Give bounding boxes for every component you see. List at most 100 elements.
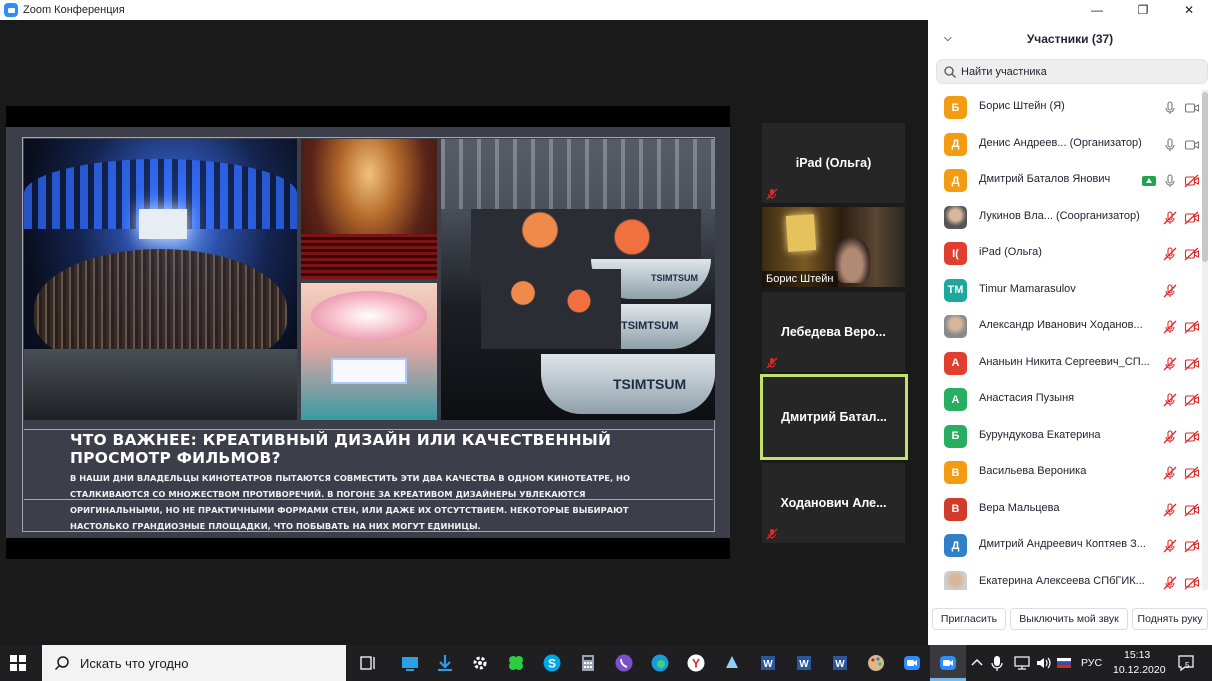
mic-muted-icon[interactable] — [1162, 356, 1178, 372]
volume-icon[interactable] — [1034, 653, 1054, 673]
video-tile[interactable]: Лебедева Веро... — [762, 292, 905, 372]
mic-muted-icon[interactable] — [1162, 465, 1178, 481]
word-icon[interactable]: W — [758, 653, 778, 673]
taskbar-search[interactable]: Искать что угодно — [42, 645, 346, 681]
camera-off-icon[interactable] — [1184, 173, 1200, 189]
mic-icon[interactable] — [1162, 173, 1178, 189]
camera-off-icon[interactable] — [1184, 575, 1200, 591]
participant-name: Анастасия Пузыня — [979, 392, 1075, 404]
viber-icon[interactable] — [614, 653, 634, 673]
zoom-app-icon[interactable] — [902, 653, 922, 673]
yandex-browser-icon[interactable]: Y — [686, 653, 706, 673]
clock-date[interactable]: 10.12.2020 — [1113, 664, 1166, 676]
edge-browser-icon[interactable] — [650, 653, 670, 673]
paint-icon[interactable] — [866, 653, 886, 673]
active-speaker-tile[interactable]: Дмитрий Батал... — [760, 374, 908, 460]
mic-muted-icon[interactable] — [1162, 246, 1178, 262]
camera-off-icon[interactable] — [1184, 319, 1200, 335]
avatar: Д — [944, 169, 967, 192]
camera-off-icon[interactable] — [1184, 465, 1200, 481]
participant-row[interactable]: Б Борис Штейн (Я) — [928, 90, 1204, 126]
settings-gear-icon[interactable] — [470, 653, 490, 673]
participant-row[interactable]: Лукинов Вла... (Соорганизатор) — [928, 200, 1204, 236]
search-icon — [54, 656, 69, 671]
video-tile[interactable]: iPad (Ольга) — [762, 123, 905, 203]
participant-row[interactable]: Александр Иванович Ходанов... — [928, 309, 1204, 345]
desktop-app-icon[interactable] — [400, 653, 420, 673]
mic-muted-icon[interactable] — [1162, 575, 1178, 591]
svg-text:W: W — [835, 659, 845, 670]
maximize-button[interactable]: ❐ — [1120, 0, 1166, 20]
network-icon[interactable] — [1012, 653, 1032, 673]
video-tile[interactable]: Ходанович Але... — [762, 463, 905, 543]
raise-hand-button[interactable]: Поднять руку — [1132, 608, 1208, 630]
participant-row[interactable]: Екатерина Алексеева СПбГИК... — [928, 565, 1204, 591]
clover-app-icon[interactable] — [506, 653, 526, 673]
calculator-icon[interactable] — [578, 653, 598, 673]
windows-start-icon[interactable] — [8, 653, 28, 673]
zoom-meeting-icon[interactable] — [938, 653, 958, 673]
arena-cinema-photo — [24, 139, 297, 420]
participant-row[interactable]: В Васильева Вероника — [928, 455, 1204, 491]
close-button[interactable]: ✕ — [1166, 0, 1212, 20]
search-input[interactable]: Найти участника — [961, 66, 1047, 78]
tray-chevron-up-icon[interactable] — [970, 653, 984, 673]
video-tile[interactable]: Борис Штейн — [762, 207, 905, 287]
mic-muted-icon[interactable] — [1162, 429, 1178, 445]
participant-list: Б Борис Штейн (Я) Д Денис Андреев... (Орган… — [928, 90, 1204, 590]
mic-icon[interactable] — [1162, 137, 1178, 153]
participant-name: Дмитрий Андреевич Коптяев З... — [979, 538, 1146, 550]
camera-icon[interactable] — [1184, 100, 1200, 116]
input-language[interactable]: РУС — [1081, 657, 1102, 669]
microphone-tray-icon[interactable] — [990, 653, 1004, 673]
participant-name: Бурундукова Екатерина — [979, 428, 1101, 441]
participant-name: iPad (Ольга) — [979, 246, 1042, 258]
mute-me-button[interactable]: Выключить мой звук — [1010, 608, 1128, 630]
participant-row[interactable]: Д Денис Андреев... (Организатор) — [928, 127, 1204, 163]
participant-row[interactable]: А Анастасия Пузыня — [928, 382, 1204, 418]
camera-off-icon[interactable] — [1184, 246, 1200, 262]
participant-row[interactable]: Д Дмитрий Андреевич Коптяев З... — [928, 528, 1204, 564]
participant-row[interactable]: Д Дмитрий Баталов Янович — [928, 163, 1204, 199]
participant-row[interactable]: А Ананьин Никита Сергеевич_СП... — [928, 346, 1204, 382]
avatar-photo — [944, 315, 967, 338]
mic-muted-icon[interactable] — [1162, 210, 1178, 226]
participant-row[interactable]: Б Бурундукова Екатерина — [928, 419, 1204, 455]
camera-off-icon[interactable] — [1184, 538, 1200, 554]
invite-button[interactable]: Пригласить — [932, 608, 1006, 630]
camera-off-icon[interactable] — [1184, 429, 1200, 445]
camera-off-icon[interactable] — [1184, 356, 1200, 372]
camera-off-icon[interactable] — [1184, 502, 1200, 518]
zoom-logo-icon — [4, 3, 18, 17]
mic-muted-icon[interactable] — [1162, 538, 1178, 554]
camera-icon[interactable] — [1184, 137, 1200, 153]
mic-muted-icon — [766, 528, 778, 540]
mic-muted-icon[interactable] — [1162, 283, 1178, 299]
mic-muted-icon[interactable] — [1162, 319, 1178, 335]
minimize-button[interactable]: — — [1074, 0, 1120, 20]
mic-muted-icon[interactable] — [1162, 502, 1178, 518]
clock-time[interactable]: 15:13 — [1124, 649, 1150, 661]
participant-row[interactable]: I(iPad (Ольга) — [928, 236, 1204, 272]
word-icon[interactable]: W — [794, 653, 814, 673]
camera-off-icon[interactable] — [1184, 392, 1200, 408]
task-view-icon[interactable] — [358, 653, 378, 673]
boat-label: TSIMTSUM — [651, 273, 698, 283]
participant-list-scrollbar[interactable] — [1202, 90, 1208, 590]
participant-row[interactable]: TM Timur Mamarasulov — [928, 273, 1204, 309]
shared-screen[interactable]: TSIMTSUM TSIMTSUM TSIMTSUM ЧТО ВАЖНЕЕ: К… — [6, 106, 730, 559]
mic-muted-icon[interactable] — [1162, 392, 1178, 408]
downloads-icon[interactable] — [435, 653, 455, 673]
camera-off-icon[interactable] — [1184, 210, 1200, 226]
title-bar: Zoom Конференция — ❐ ✕ — [0, 0, 1212, 20]
participant-row[interactable]: В Вера Мальцева — [928, 492, 1204, 528]
participant-name: Ананьин Никита Сергеевич_СП... — [979, 355, 1150, 368]
skype-icon[interactable]: S — [542, 653, 562, 673]
collapse-chevron-icon[interactable]: ⌵ — [944, 33, 956, 45]
word-icon[interactable]: W — [830, 653, 850, 673]
russian-flag-icon[interactable] — [1056, 653, 1072, 673]
svg-text:W: W — [799, 659, 809, 670]
mic-icon[interactable] — [1162, 100, 1178, 116]
participant-search[interactable]: Найти участника — [936, 59, 1208, 84]
notes-app-icon[interactable] — [722, 653, 742, 673]
